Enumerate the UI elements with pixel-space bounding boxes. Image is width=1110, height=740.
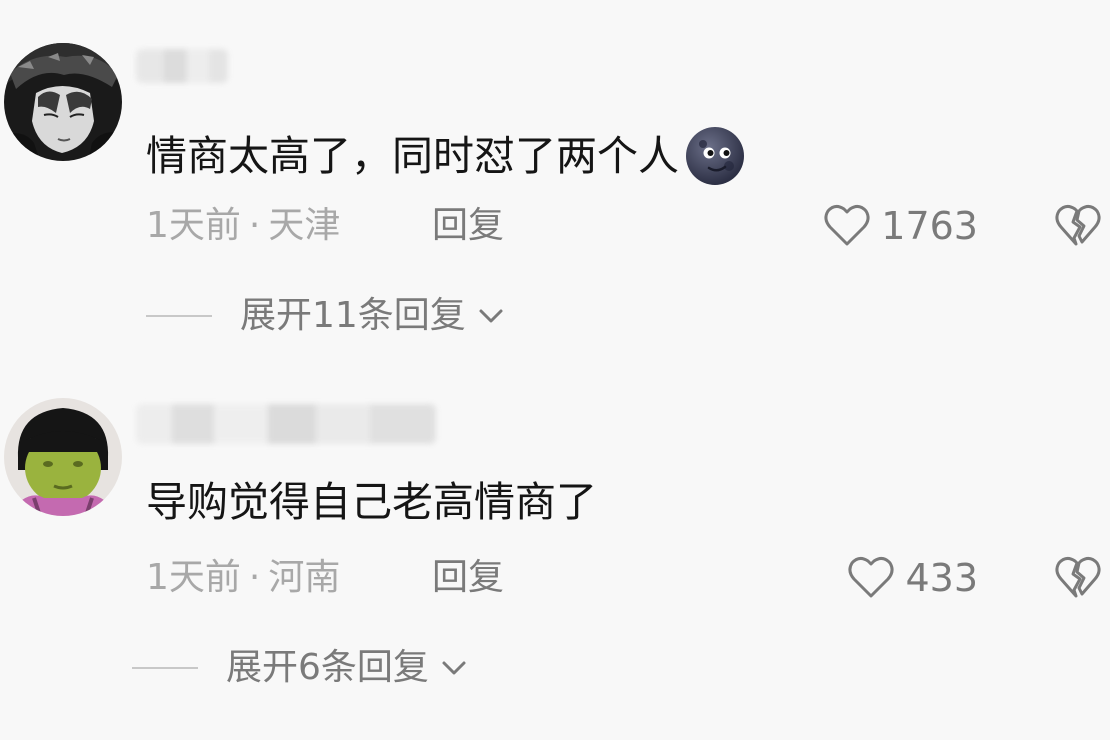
expand-replies-label: 展开11条回复: [240, 295, 466, 336]
avatar[interactable]: [4, 43, 122, 161]
location: 天津: [268, 205, 341, 246]
dislike-button[interactable]: [1052, 200, 1104, 252]
comment-body: 导购觉得自己老高情商了: [146, 478, 597, 526]
divider-line: [132, 667, 198, 669]
chevron-down-icon: [479, 309, 503, 323]
new-moon-face-icon: [685, 126, 745, 186]
comment-item: 导购觉得自己老高情商了 1天前 · 河南 回复 433 展开6条回复: [0, 370, 1110, 740]
avatar[interactable]: [4, 398, 122, 516]
timestamp: 1天前: [146, 205, 241, 246]
comment-meta: 1天前 · 河南: [146, 560, 340, 596]
broken-heart-icon: [1055, 204, 1101, 246]
expand-replies-button[interactable]: 展开6条回复: [132, 650, 471, 686]
broken-heart-icon: [1055, 556, 1101, 598]
chevron-down-icon: [442, 661, 466, 675]
heart-outline-icon: [824, 204, 870, 246]
timestamp: 1天前: [146, 557, 241, 598]
comment-text: 导购觉得自己老高情商了: [146, 482, 597, 523]
divider-line: [146, 315, 212, 317]
like-count: 1763: [881, 204, 978, 248]
separator: ·: [248, 557, 261, 598]
comment-body: 情商太高了，同时怼了两个人: [146, 131, 679, 180]
like-count: 433: [905, 556, 978, 600]
location: 河南: [268, 557, 341, 598]
like-button[interactable]: 433: [845, 552, 978, 604]
username-redacted[interactable]: [136, 404, 436, 444]
separator: ·: [248, 205, 261, 246]
heart-outline-icon: [848, 556, 895, 598]
like-button[interactable]: 1763: [821, 200, 978, 252]
comment-item: 情商太高了，同时怼了两个人 1天前 · 天津 回复 1763 展开11条回复: [0, 0, 1110, 370]
comment-meta: 1天前 · 天津: [146, 208, 340, 244]
reply-button[interactable]: 回复: [432, 208, 504, 244]
reply-button[interactable]: 回复: [432, 560, 504, 596]
expand-replies-label: 展开6条回复: [226, 647, 429, 688]
dislike-button[interactable]: [1052, 552, 1104, 604]
expand-replies-button[interactable]: 展开11条回复: [146, 298, 508, 334]
username-redacted[interactable]: [136, 49, 228, 83]
comment-text: 情商太高了，同时怼了两个人: [146, 126, 745, 186]
